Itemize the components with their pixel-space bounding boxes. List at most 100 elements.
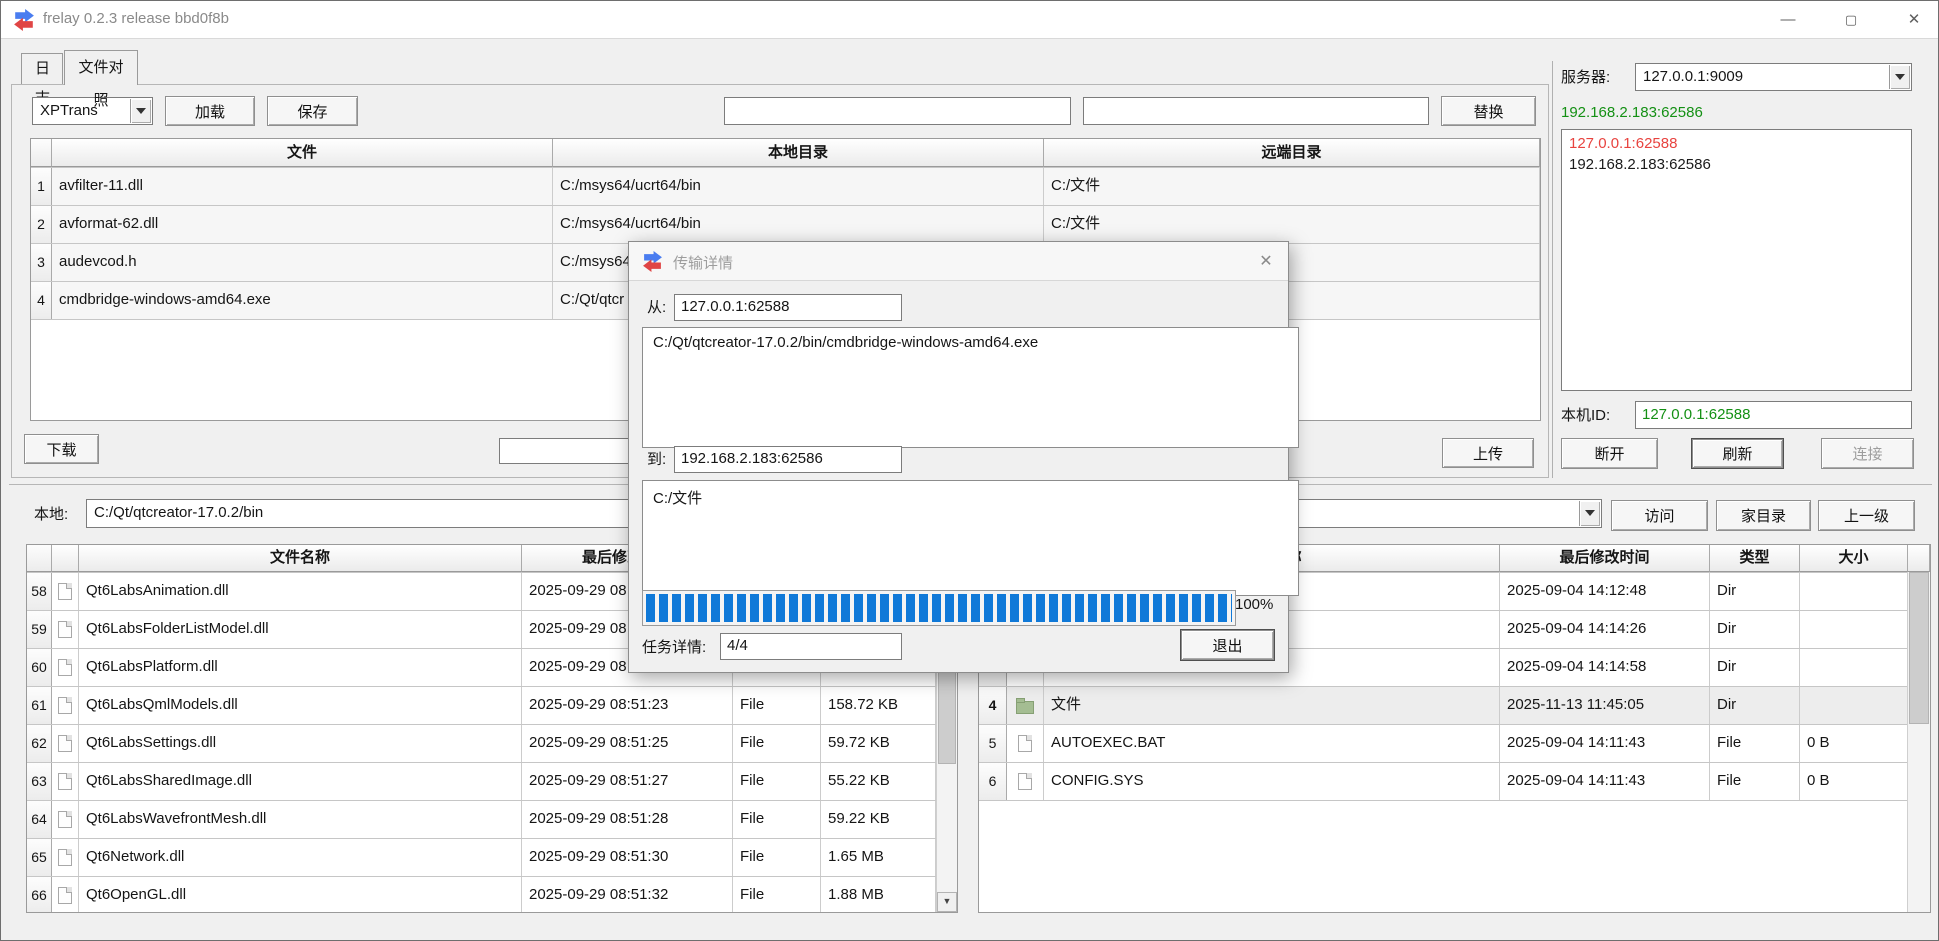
close-icon[interactable]: ✕ bbox=[1891, 1, 1937, 38]
file-name-cell[interactable]: Qt6Network.dll bbox=[79, 839, 522, 876]
modified-cell: 2025-09-29 08:51:23 bbox=[522, 687, 733, 724]
col-local-dir[interactable]: 本地目录 bbox=[553, 139, 1044, 167]
file-cell[interactable]: audevcod.h bbox=[52, 244, 553, 281]
local-id-input[interactable]: 127.0.0.1:62588 bbox=[1635, 401, 1912, 429]
dialog-close-icon[interactable]: ✕ bbox=[1254, 251, 1278, 273]
remote-file-row[interactable]: 4 文件 2025-11-13 11:45:05 Dir bbox=[979, 687, 1930, 725]
home-dir-button[interactable]: 家目录 bbox=[1716, 500, 1811, 531]
type-cell: Dir bbox=[1710, 687, 1800, 724]
modified-cell: 2025-09-29 08:51:32 bbox=[522, 877, 733, 913]
col-file[interactable]: 文件 bbox=[52, 139, 553, 167]
to-input[interactable]: 192.168.2.183:62586 bbox=[674, 446, 902, 473]
app-icon bbox=[642, 251, 663, 272]
file-icon bbox=[52, 763, 79, 800]
local-file-row[interactable]: 66 Qt6OpenGL.dll 2025-09-29 08:51:32 Fil… bbox=[27, 877, 957, 913]
file-name-cell[interactable]: Qt6LabsSettings.dll bbox=[79, 725, 522, 762]
file-name-cell[interactable]: Qt6LabsWavefrontMesh.dll bbox=[79, 801, 522, 838]
local-file-row[interactable]: 63 Qt6LabsSharedImage.dll 2025-09-29 08:… bbox=[27, 763, 957, 801]
visit-button[interactable]: 访问 bbox=[1611, 500, 1708, 531]
search-input[interactable] bbox=[724, 97, 1071, 125]
size-cell: 59.72 KB bbox=[821, 725, 936, 762]
size-cell bbox=[1800, 611, 1908, 648]
remote-dir-cell[interactable]: C:/文件 bbox=[1044, 168, 1540, 205]
file-name-cell[interactable]: Qt6LabsAnimation.dll bbox=[79, 573, 522, 610]
file-name-cell[interactable]: Qt6LabsFolderListModel.dll bbox=[79, 611, 522, 648]
local-file-row[interactable]: 61 Qt6LabsQmlModels.dll 2025-09-29 08:51… bbox=[27, 687, 957, 725]
replace-input[interactable] bbox=[1083, 97, 1429, 125]
task-details-input[interactable]: 4/4 bbox=[720, 633, 902, 660]
client-list-item[interactable]: 192.168.2.183:62586 bbox=[1569, 154, 1904, 175]
exit-button[interactable]: 退出 bbox=[1180, 629, 1275, 661]
window-title: frelay 0.2.3 release bbd0f8b bbox=[43, 10, 229, 27]
compare-row[interactable]: 2 avformat-62.dll C:/msys64/ucrt64/bin C… bbox=[31, 206, 1540, 244]
row-number: 5 bbox=[979, 725, 1007, 762]
remote-file-row[interactable]: 6 CONFIG.SYS 2025-09-04 14:11:43 File 0 … bbox=[979, 763, 1930, 801]
remote-table-scrollbar[interactable] bbox=[1907, 572, 1930, 912]
modified-cell: 2025-09-04 14:14:26 bbox=[1500, 611, 1710, 648]
client-list-item[interactable]: 127.0.0.1:62588 bbox=[1569, 133, 1904, 154]
col-remote-dir[interactable]: 远端目录 bbox=[1044, 139, 1540, 167]
minimize-icon[interactable]: — bbox=[1765, 1, 1811, 38]
maximize-icon[interactable]: ▢ bbox=[1828, 1, 1874, 38]
file-cell[interactable]: cmdbridge-windows-amd64.exe bbox=[52, 282, 553, 319]
disconnect-button[interactable]: 断开 bbox=[1561, 438, 1658, 469]
progress-fill bbox=[646, 594, 1232, 622]
type-cell: File bbox=[1710, 725, 1800, 762]
local-file-row[interactable]: 64 Qt6LabsWavefrontMesh.dll 2025-09-29 0… bbox=[27, 801, 957, 839]
col-modified[interactable]: 最后修改时间 bbox=[1500, 545, 1710, 572]
scrollbar-thumb[interactable] bbox=[1909, 572, 1929, 724]
file-icon bbox=[52, 649, 79, 686]
scroll-down-icon[interactable]: ▼ bbox=[937, 892, 957, 912]
file-icon bbox=[52, 725, 79, 762]
file-name-cell[interactable]: 文件 bbox=[1044, 687, 1500, 724]
modified-cell: 2025-09-29 08:51:27 bbox=[522, 763, 733, 800]
local-id-label: 本机ID: bbox=[1561, 405, 1610, 427]
file-name-cell[interactable]: AUTOEXEC.BAT bbox=[1044, 725, 1500, 762]
replace-button[interactable]: 替换 bbox=[1441, 96, 1536, 126]
file-name-cell[interactable]: CONFIG.SYS bbox=[1044, 763, 1500, 800]
chevron-down-icon[interactable] bbox=[130, 99, 151, 123]
compare-table-header: 文件 本地目录 远端目录 bbox=[31, 139, 1540, 168]
refresh-button[interactable]: 刷新 bbox=[1691, 438, 1784, 469]
row-number: 58 bbox=[27, 573, 52, 610]
local-file-row[interactable]: 62 Qt6LabsSettings.dll 2025-09-29 08:51:… bbox=[27, 725, 957, 763]
tab-log[interactable]: 日志 bbox=[21, 53, 63, 84]
dialog-title: 传输详情 bbox=[673, 252, 733, 273]
local-path-label: 本地: bbox=[34, 504, 68, 526]
file-name-cell[interactable]: Qt6LabsQmlModels.dll bbox=[79, 687, 522, 724]
col-size[interactable]: 大小 bbox=[1800, 545, 1908, 572]
source-path-box[interactable]: C:/Qt/qtcreator-17.0.2/bin/cmdbridge-win… bbox=[642, 327, 1299, 448]
progress-percent: 100% bbox=[1235, 594, 1273, 616]
file-cell[interactable]: avformat-62.dll bbox=[52, 206, 553, 243]
col-file-name[interactable]: 文件名称 bbox=[79, 545, 522, 572]
size-cell bbox=[1800, 573, 1908, 610]
row-number: 66 bbox=[27, 877, 52, 913]
local-file-row[interactable]: 65 Qt6Network.dll 2025-09-29 08:51:30 Fi… bbox=[27, 839, 957, 877]
dest-path-box[interactable]: C:/文件 bbox=[642, 480, 1299, 596]
file-name-cell[interactable]: Qt6LabsPlatform.dll bbox=[79, 649, 522, 686]
chevron-down-icon[interactable] bbox=[1579, 501, 1600, 526]
type-cell: File bbox=[733, 687, 821, 724]
client-list[interactable]: 127.0.0.1:62588192.168.2.183:62586 bbox=[1561, 129, 1912, 391]
save-button[interactable]: 保存 bbox=[267, 96, 358, 126]
server-combobox[interactable]: 127.0.0.1:9009 bbox=[1635, 63, 1912, 91]
local-dir-cell[interactable]: C:/msys64/ucrt64/bin bbox=[553, 168, 1044, 205]
download-button[interactable]: 下载 bbox=[24, 434, 99, 464]
remote-file-row[interactable]: 5 AUTOEXEC.BAT 2025-09-04 14:11:43 File … bbox=[979, 725, 1930, 763]
type-cell: File bbox=[733, 839, 821, 876]
compare-row[interactable]: 1 avfilter-11.dll C:/msys64/ucrt64/bin C… bbox=[31, 168, 1540, 206]
panel-divider bbox=[1552, 61, 1553, 478]
upload-button[interactable]: 上传 bbox=[1442, 438, 1534, 468]
load-button[interactable]: 加载 bbox=[165, 96, 255, 126]
from-input[interactable]: 127.0.0.1:62588 bbox=[674, 294, 902, 321]
file-name-cell[interactable]: Qt6OpenGL.dll bbox=[79, 877, 522, 913]
col-type[interactable]: 类型 bbox=[1710, 545, 1800, 572]
remote-dir-cell[interactable]: C:/文件 bbox=[1044, 206, 1540, 243]
chevron-down-icon[interactable] bbox=[1889, 65, 1910, 89]
up-level-button[interactable]: 上一级 bbox=[1818, 500, 1915, 531]
connect-button[interactable]: 连接 bbox=[1821, 438, 1914, 469]
file-name-cell[interactable]: Qt6LabsSharedImage.dll bbox=[79, 763, 522, 800]
file-cell[interactable]: avfilter-11.dll bbox=[52, 168, 553, 205]
local-dir-cell[interactable]: C:/msys64/ucrt64/bin bbox=[553, 206, 1044, 243]
tab-file-compare[interactable]: 文件对照 bbox=[64, 50, 138, 85]
